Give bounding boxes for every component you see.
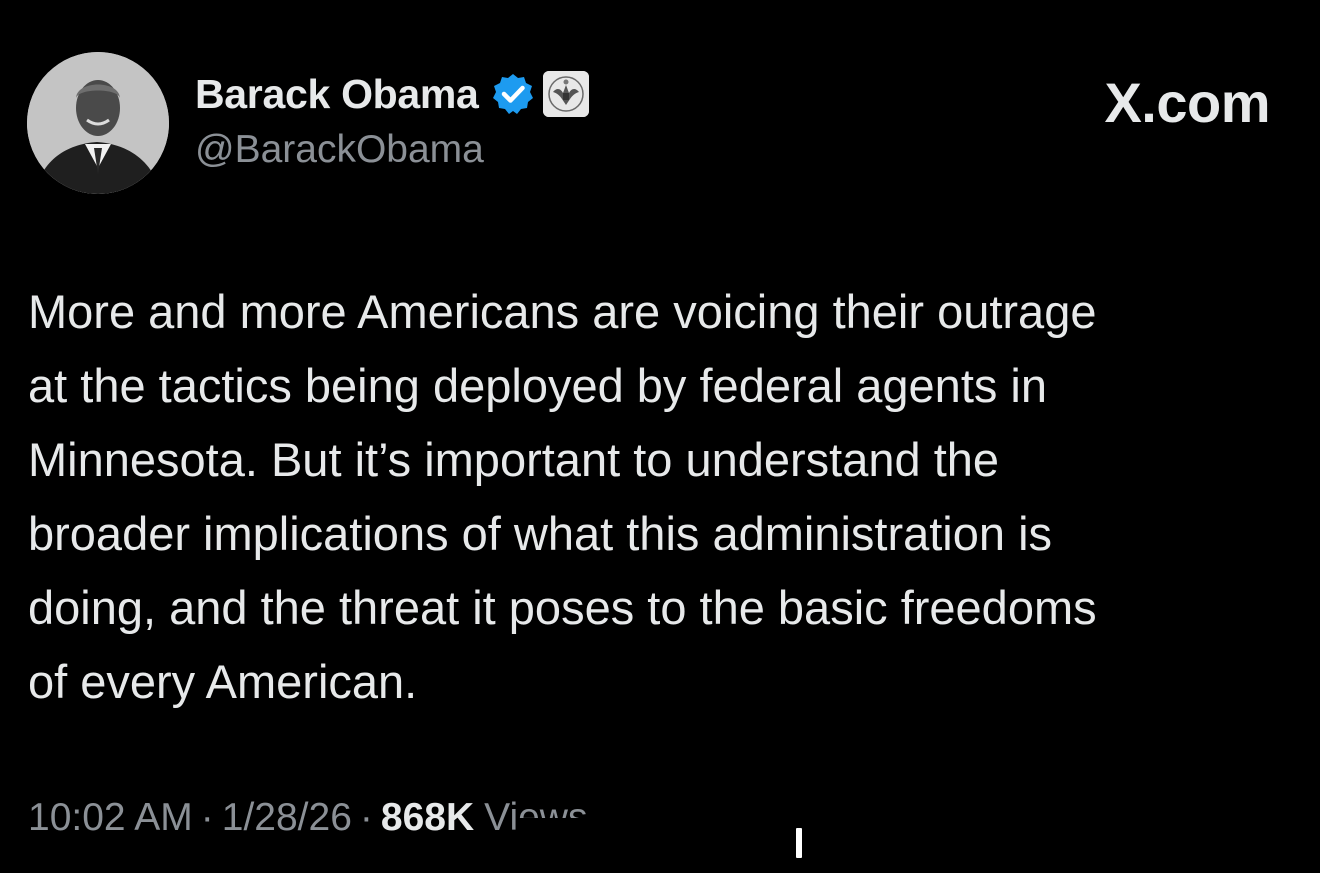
text-cursor-mark xyxy=(796,828,802,858)
source-watermark: X.com xyxy=(1104,71,1270,134)
tweet-card: Barack Obama @BarackObama X.com More and… xyxy=(0,0,1320,873)
tweet-date[interactable]: 1/28/26 xyxy=(222,796,352,840)
tweet-text-line: More and more Americans are voicing thei… xyxy=(28,285,1097,338)
tweet-text-line: broader implications of what this admini… xyxy=(28,507,1053,560)
author-display-name[interactable]: Barack Obama xyxy=(195,71,479,118)
tweet-text-line: Minnesota. But it’s important to underst… xyxy=(28,433,1000,486)
tweet-text-line: doing, and the threat it poses to the ba… xyxy=(28,581,1097,634)
tweet-text-line: of every American. xyxy=(28,655,418,708)
avatar-photo-icon xyxy=(27,52,169,194)
tweet-time[interactable]: 10:02 AM xyxy=(28,796,193,840)
tweet-text-line: at the tactics being deployed by federal… xyxy=(28,359,1048,412)
cropped-overlay xyxy=(518,818,818,873)
views-count[interactable]: 868K xyxy=(381,796,474,840)
avatar[interactable] xyxy=(27,52,169,194)
tweet-text: More and more Americans are voicing thei… xyxy=(28,275,1290,719)
meta-separator: · xyxy=(200,796,214,839)
government-seal-icon[interactable] xyxy=(542,71,589,117)
verified-check-icon[interactable] xyxy=(491,72,535,116)
name-row: Barack Obama xyxy=(195,66,589,122)
author-handle[interactable]: @BarackObama xyxy=(195,128,589,172)
author-block: Barack Obama @BarackObama xyxy=(195,66,589,172)
meta-separator: · xyxy=(359,796,373,839)
